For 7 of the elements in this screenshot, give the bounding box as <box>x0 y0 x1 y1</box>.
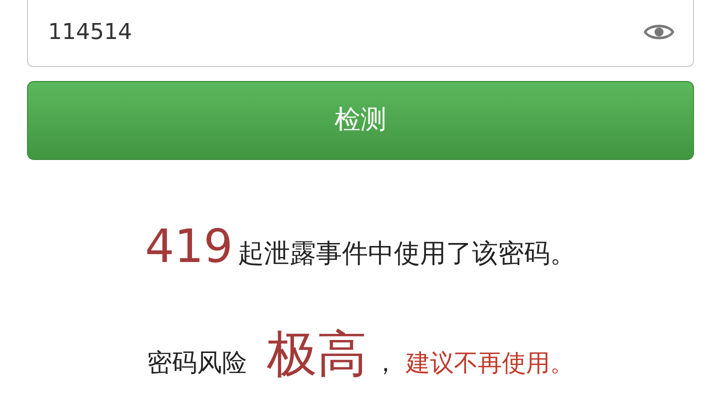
risk-label: 密码风险 <box>147 348 247 377</box>
risk-level: 极高 <box>267 325 367 383</box>
password-field[interactable]: 114514 <box>27 0 694 67</box>
breach-text: 起泄露事件中使用了该密码。 <box>238 239 576 269</box>
breach-count: 419 <box>145 219 233 273</box>
advice-text: 建议不再使用。 <box>406 349 574 377</box>
comma: ， <box>373 348 398 377</box>
